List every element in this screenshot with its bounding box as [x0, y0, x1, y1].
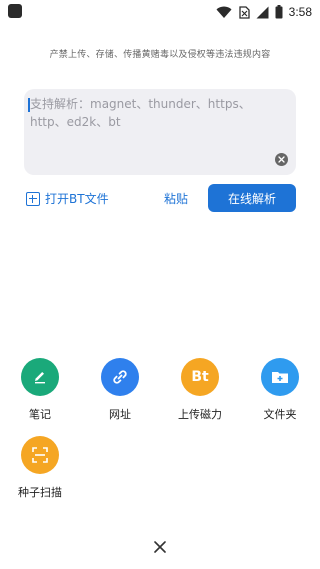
- notes-icon-circle: [21, 358, 59, 396]
- link-input[interactable]: [30, 95, 280, 155]
- tool-label: 笔记: [29, 408, 51, 421]
- open-bt-file-label: 打开BT文件: [45, 192, 109, 206]
- status-right: 3:58: [216, 3, 312, 21]
- clear-icon: [278, 156, 285, 163]
- status-time: 3:58: [288, 5, 312, 19]
- tool-notes[interactable]: 笔记: [5, 358, 75, 422]
- link-icon: [113, 370, 127, 384]
- bt-icon: Bt: [191, 369, 209, 385]
- paste-button[interactable]: 粘贴: [164, 190, 188, 207]
- folder-add-icon: [272, 372, 288, 383]
- folder-icon-circle: [261, 358, 299, 396]
- open-bt-file-button[interactable]: 打开BT文件: [26, 190, 109, 207]
- tool-seed-scan[interactable]: 种子扫描: [5, 436, 75, 500]
- tool-folder[interactable]: 文件夹: [245, 358, 315, 422]
- scan-icon-circle: [21, 436, 59, 474]
- parse-online-button[interactable]: 在线解析: [208, 184, 296, 212]
- tool-label: 上传磁力: [178, 408, 222, 421]
- tool-url[interactable]: 网址: [85, 358, 155, 422]
- tool-label: 种子扫描: [18, 486, 62, 499]
- url-icon-circle: [101, 358, 139, 396]
- no-sim-icon: [238, 5, 250, 19]
- battery-icon: [275, 5, 283, 19]
- scan-icon: [32, 447, 48, 463]
- upload-magnet-icon-circle: Bt: [181, 358, 219, 396]
- app-icon: [8, 4, 22, 18]
- wifi-icon: [216, 6, 232, 18]
- close-icon: [154, 541, 166, 553]
- tool-label: 网址: [109, 408, 131, 421]
- close-button[interactable]: [150, 537, 170, 557]
- link-input-box[interactable]: [24, 89, 296, 175]
- clear-button[interactable]: [275, 153, 288, 166]
- tool-label: 文件夹: [263, 408, 297, 421]
- signal-icon: [256, 6, 269, 18]
- status-bar: 3:58: [0, 0, 320, 24]
- add-file-icon: [26, 191, 40, 206]
- content-notice: 产禁上传、存储、传播黄赌毒以及侵权等违法违规内容: [49, 50, 271, 60]
- tool-upload-magnet[interactable]: Bt 上传磁力: [165, 358, 235, 422]
- pencil-icon: [35, 372, 45, 384]
- action-row: 打开BT文件 粘贴 在线解析: [0, 184, 320, 212]
